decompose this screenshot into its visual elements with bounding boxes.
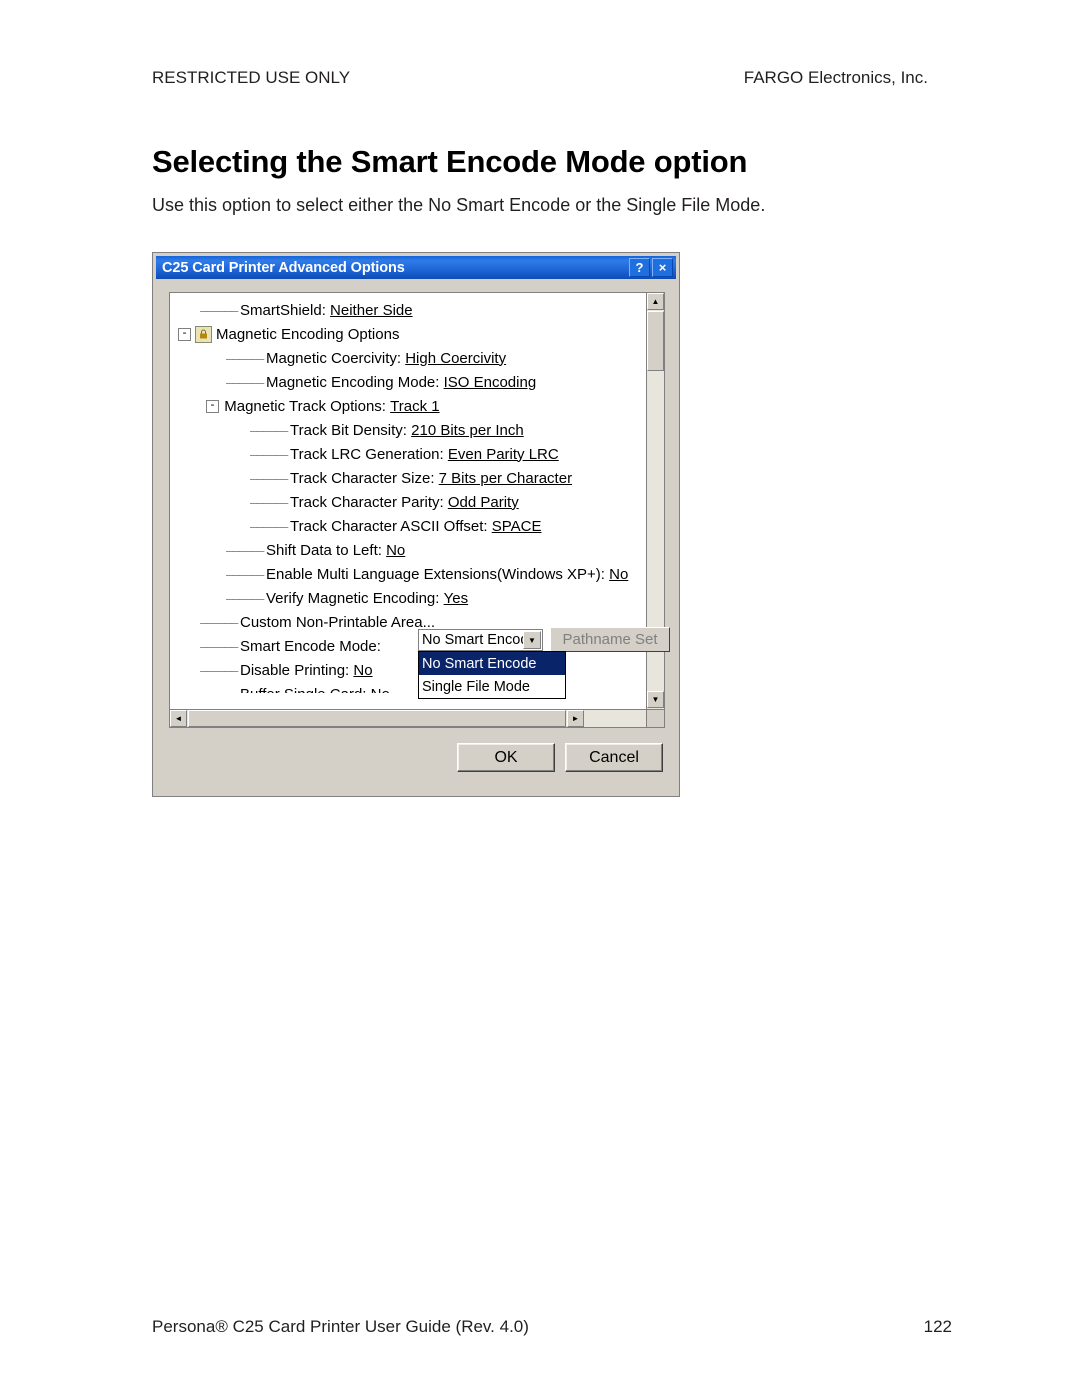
- titlebar-buttons: ? ×: [629, 258, 673, 277]
- tree-row[interactable]: - Magnetic Encoding Options: [170, 322, 632, 346]
- tree-row[interactable]: –––––– Track Character Parity: Odd Parit…: [170, 490, 632, 514]
- scroll-down-button[interactable]: ▼: [647, 691, 664, 708]
- tree-row-value[interactable]: Yes: [444, 590, 468, 607]
- tree-row[interactable]: –––––– Track Bit Density: 210 Bits per I…: [170, 418, 632, 442]
- tree-row[interactable]: - Magnetic Track Options: Track 1: [170, 394, 632, 418]
- tree-connector: ––––––: [226, 590, 266, 606]
- tree-row-label: Enable Multi Language Extensions(Windows…: [266, 565, 605, 583]
- dropdown-option[interactable]: Single File Mode: [419, 675, 565, 698]
- tree-connector: ––––––: [226, 542, 266, 558]
- scroll-left-button[interactable]: ◄: [170, 710, 187, 727]
- tree-row-value[interactable]: 210 Bits per Inch: [411, 422, 524, 439]
- tree-row-label: Disable Printing:: [240, 661, 350, 679]
- tree-row-label: Track Character Size:: [290, 469, 435, 487]
- advanced-options-dialog: C25 Card Printer Advanced Options ? × ––…: [152, 252, 680, 797]
- tree-row-label: Verify Magnetic Encoding:: [266, 589, 440, 607]
- tree-row[interactable]: –––––– SmartShield: Neither Side: [170, 298, 632, 322]
- chevron-down-icon[interactable]: ▼: [523, 631, 541, 649]
- scrollbar-corner: [646, 709, 664, 727]
- header-left-text: RESTRICTED USE ONLY: [152, 68, 351, 87]
- tree-row-value[interactable]: Track 1: [390, 398, 439, 415]
- tree-connector: ––––––: [226, 350, 266, 366]
- header-right-text: FARGO Electronics, Inc.: [743, 68, 928, 87]
- page-footer: Persona® C25 Card Printer User Guide (Re…: [152, 1317, 952, 1337]
- tree-row-label: Track LRC Generation:: [290, 445, 444, 463]
- tree-horizontal-scrollbar[interactable]: ◄ ►: [170, 709, 664, 727]
- tree-connector: ––––––: [200, 614, 240, 630]
- tree-row-label: Magnetic Encoding Options: [216, 325, 400, 343]
- tree-row-label: Track Character Parity:: [290, 493, 444, 511]
- footer-guide-title: Persona® C25 Card Printer User Guide (Re…: [152, 1317, 529, 1336]
- expander-toggle-icon[interactable]: -: [178, 327, 191, 341]
- tree-row-label: Buffer Single Card:: [240, 686, 366, 694]
- dropdown-option[interactable]: No Smart Encode: [419, 652, 565, 675]
- horizontal-scroll-thumb[interactable]: [188, 710, 566, 727]
- tree-row-value[interactable]: Odd Parity: [448, 494, 519, 511]
- tree-row-value[interactable]: ISO Encoding: [444, 374, 537, 391]
- tree-connector: ––––––: [250, 494, 290, 510]
- tree-row[interactable]: –––––– Track LRC Generation: Even Parity…: [170, 442, 632, 466]
- tree-row-label: Magnetic Coercivity:: [266, 349, 402, 367]
- tree-row-value[interactable]: High Coercivity: [405, 350, 506, 367]
- tree-row-value[interactable]: Even Parity LRC: [448, 446, 559, 463]
- tree-row-value[interactable]: SPACE: [492, 518, 542, 535]
- tree-row-value[interactable]: No: [371, 686, 390, 694]
- tree-connector: ––––––: [250, 446, 290, 462]
- tree-row[interactable]: –––––– Magnetic Coercivity: High Coerciv…: [170, 346, 632, 370]
- tree-row-label: Magnetic Track Options:: [224, 397, 386, 415]
- page-header: RESTRICTED USE ONLY FARGO Electronics, I…: [152, 68, 928, 88]
- tree-row-label: Shift Data to Left:: [266, 541, 382, 559]
- scroll-up-button[interactable]: ▲: [647, 293, 664, 310]
- dialog-title-text: C25 Card Printer Advanced Options: [162, 259, 405, 276]
- tree-connector: ––––––: [200, 638, 240, 654]
- dialog-titlebar[interactable]: C25 Card Printer Advanced Options ? ×: [156, 256, 676, 279]
- tree-row-label: Track Bit Density:: [290, 421, 407, 439]
- magnetic-encoding-icon: [195, 325, 212, 343]
- cancel-button[interactable]: Cancel: [565, 743, 663, 772]
- tree-row[interactable]: –––––– Magnetic Encoding Mode: ISO Encod…: [170, 370, 632, 394]
- vertical-scroll-thumb[interactable]: [647, 311, 664, 371]
- tree-row-value[interactable]: No: [386, 542, 405, 559]
- ok-button[interactable]: OK: [457, 743, 555, 772]
- tree-row[interactable]: –––––– Enable Multi Language Extensions(…: [170, 562, 632, 586]
- pathname-set-button[interactable]: Pathname Set: [550, 627, 670, 652]
- smart-encode-mode-value: No Smart Encod: [422, 632, 529, 648]
- tree-row-label: Custom Non-Printable Area...: [240, 613, 436, 631]
- help-icon[interactable]: ?: [629, 258, 650, 277]
- page-number: 122: [923, 1317, 952, 1336]
- tree-row-label: Magnetic Encoding Mode:: [266, 373, 440, 391]
- expander-toggle-icon[interactable]: -: [206, 399, 219, 413]
- tree-row-label: Smart Encode Mode:: [240, 637, 381, 655]
- tree-row[interactable]: –––––– Verify Magnetic Encoding: Yes: [170, 586, 632, 610]
- scroll-right-button[interactable]: ►: [567, 710, 584, 727]
- options-tree-panel[interactable]: –––––– SmartShield: Neither Side - Magneti…: [169, 292, 670, 728]
- tree-row-value[interactable]: 7 Bits per Character: [439, 470, 572, 487]
- tree-row[interactable]: –––––– Track Character ASCII Offset: SPA…: [170, 514, 632, 538]
- page-title: Selecting the Smart Encode Mode option: [152, 143, 748, 179]
- tree-connector: ––––––: [250, 470, 290, 486]
- tree-row[interactable]: –––––– Shift Data to Left: No: [170, 538, 632, 562]
- page-intro-text: Use this option to select either the No …: [152, 195, 766, 215]
- tree-row[interactable]: –––––– Track Character Size: 7 Bits per …: [170, 466, 632, 490]
- tree-row-label: SmartShield:: [240, 301, 326, 319]
- smart-encode-mode-dropdown[interactable]: No Smart Encode Single File Mode: [418, 651, 566, 699]
- tree-connector: ––––––: [200, 302, 240, 318]
- tree-connector: ––––––: [226, 374, 266, 390]
- tree-connector: ––––––: [200, 662, 240, 678]
- close-icon[interactable]: ×: [652, 258, 673, 277]
- tree-connector: ––––––: [226, 566, 266, 582]
- tree-connector: ––––––: [250, 422, 290, 438]
- tree-row-value[interactable]: No: [609, 566, 628, 583]
- tree-row-value[interactable]: Neither Side: [330, 302, 413, 319]
- tree-row-value[interactable]: No: [353, 662, 372, 679]
- tree-vertical-scrollbar[interactable]: ▲ ▼: [646, 293, 664, 727]
- tree-row-label: Track Character ASCII Offset:: [290, 517, 488, 535]
- smart-encode-mode-combo[interactable]: No Smart Encod ▼: [418, 629, 543, 651]
- tree-connector: ––––––: [200, 687, 240, 694]
- tree-connector: ––––––: [250, 518, 290, 534]
